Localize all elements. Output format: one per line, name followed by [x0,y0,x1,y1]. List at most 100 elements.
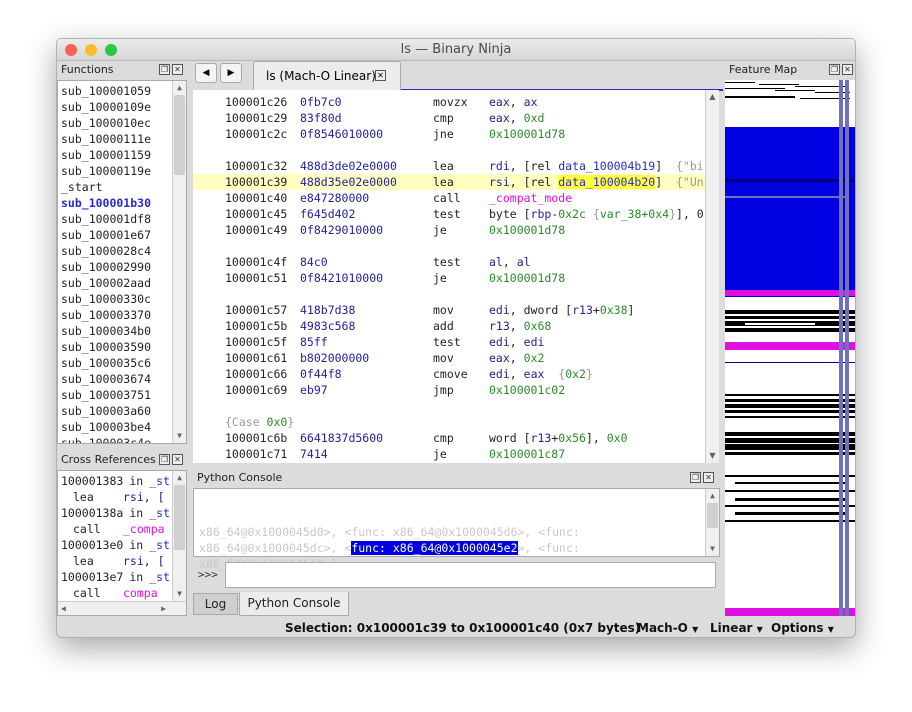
float-panel-icon[interactable]: ❐ [829,64,840,75]
float-panel-icon[interactable]: ❐ [159,64,170,75]
operand-token[interactable]: _compat_mode [489,191,572,205]
function-list-item[interactable]: sub_10000109e [58,99,186,115]
function-list-item[interactable]: sub_1000010ec [58,115,186,131]
function-list-item[interactable]: sub_100001159 [58,147,186,163]
function-list-item[interactable]: sub_100001df8 [58,211,186,227]
function-list-item[interactable]: sub_1000028c4 [58,243,186,259]
function-list-item[interactable]: sub_100001059 [58,83,186,99]
close-panel-icon[interactable]: ✕ [842,64,853,75]
function-list-item[interactable]: sub_100003a60 [58,403,186,419]
function-list-item[interactable]: sub_100003c4e [58,435,186,443]
xref-item[interactable]: 10000138a in _st [58,505,186,521]
back-button[interactable]: ◀ [195,63,217,83]
scroll-thumb[interactable] [174,95,185,175]
scroll-thumb[interactable] [174,485,185,550]
close-tab-icon[interactable]: ✕ [375,70,386,81]
instruction-row[interactable]: 100001c6b 6641837d5600 cmp word [r13+0x56],… [193,430,705,446]
float-panel-icon[interactable]: ❐ [690,472,701,483]
function-list-item[interactable]: sub_100001b30 [58,195,186,211]
console-input[interactable] [225,562,716,588]
tab-log[interactable]: Log [193,593,238,615]
tab-python-console[interactable]: Python Console [239,592,349,616]
xrefs-scrollbar[interactable]: ▲ ▼ [172,471,186,601]
instruction-row[interactable]: 100001c45 f645d402 test byte [rbp-0x2c {var… [193,206,705,222]
feature-map[interactable] [725,80,855,616]
operand-token[interactable]: data_100004b19 [558,159,655,173]
function-list-item[interactable]: sub_10000119e [58,163,186,179]
instruction-row[interactable]: 100001c49 0f8429010000 je 0x100001d78 [193,222,705,238]
console-scrollbar[interactable]: ▲ ▼ [705,489,719,556]
scroll-left-icon[interactable]: ◀ [61,604,66,613]
close-panel-icon[interactable]: ✕ [703,472,714,483]
function-list-item[interactable]: sub_100003590 [58,339,186,355]
close-panel-icon[interactable]: ✕ [172,64,183,75]
instruction-row[interactable]: 100001c66 0f44f8 cmove edi, eax {0x2} [193,366,705,382]
xref-item[interactable]: 1000013e0 in _st [58,537,186,553]
address: 100001c4f [225,255,288,269]
float-panel-icon[interactable]: ❐ [159,454,170,465]
scroll-thumb[interactable] [707,503,718,528]
linear-menu[interactable]: Linear ▼ [710,617,763,637]
function-list-item[interactable]: sub_10000330c [58,291,186,307]
xref-function[interactable]: _st [149,506,170,520]
data-region [725,96,795,98]
xref-item[interactable]: 1000013e7 in _st [58,569,186,585]
operand-token[interactable]: data_100004b20 [558,175,656,189]
scroll-down-icon[interactable]: ▼ [706,449,719,463]
functions-scrollbar[interactable]: ▲ ▼ [172,81,186,443]
instruction-row[interactable]: 100001c51 0f8421010000 je 0x100001d78 [193,270,705,286]
close-window-button[interactable] [65,44,77,56]
function-list-item[interactable]: sub_100003751 [58,387,186,403]
function-list-item[interactable]: sub_1000035c6 [58,355,186,371]
xref-function[interactable]: _st [149,570,170,584]
scroll-right-icon[interactable]: ▶ [161,604,166,613]
options-menu[interactable]: Options ▼ [771,617,834,637]
function-list-item[interactable]: sub_10000111e [58,131,186,147]
xref-item[interactable]: 100001383 in _st [58,473,186,489]
scroll-up-icon[interactable]: ▲ [706,489,719,503]
xref-function[interactable]: _st [149,474,170,488]
function-list-item[interactable]: sub_100002990 [58,259,186,275]
instruction-row[interactable]: 100001c26 0fb7c0 movzx eax, ax [193,94,705,110]
function-list-item[interactable]: sub_100001e67 [58,227,186,243]
xref-function[interactable]: _st [149,538,170,552]
close-panel-icon[interactable]: ✕ [172,454,183,465]
blank-row[interactable]: {Case 0x0} [193,414,705,430]
disassembly-scrollbar[interactable]: ▲ ▼ [705,90,719,463]
xrefs-hscrollbar[interactable]: ◀ ▶ [58,601,186,615]
xrefs-list[interactable]: 100001383 in _st lea rsi, [10000138a in _st cal… [57,470,187,616]
forward-button[interactable]: ▶ [220,63,242,83]
scroll-up-icon[interactable]: ▲ [173,81,186,95]
instruction-row[interactable]: 100001c5b 4983c568 add r13, 0x68 [193,318,705,334]
function-list-item[interactable]: sub_100002aad [58,275,186,291]
mach-o-menu[interactable]: Mach-O ▼ [637,617,698,637]
instruction-row[interactable]: 100001c5f 85ff test edi, edi [193,334,705,350]
scroll-down-icon[interactable]: ▼ [706,542,719,556]
console-output[interactable]: x86_64@0x1000045d0>, <func: x86_64@0x100… [193,488,720,571]
function-list-item[interactable]: _start [58,179,186,195]
instruction-row[interactable]: 100001c57 418b7d38 mov edi, dword [r13+0x38… [193,302,705,318]
function-list-item[interactable]: sub_100003370 [58,307,186,323]
scroll-up-icon[interactable]: ▲ [173,471,186,485]
instruction-row[interactable]: 100001c69 eb97 jmp 0x100001c02 [193,382,705,398]
instruction-row[interactable]: 100001c40 e847280000 call _compat_mode [193,190,705,206]
function-list-item[interactable]: sub_100003674 [58,371,186,387]
scroll-up-icon[interactable]: ▲ [706,90,719,104]
instruction-row[interactable]: 100001c32 488d3de02e0000 lea rdi, [rel data… [193,158,705,174]
scroll-down-icon[interactable]: ▼ [173,587,186,601]
scroll-down-icon[interactable]: ▼ [173,429,186,443]
cursor-column [839,80,843,616]
instruction-row[interactable]: 100001c4f 84c0 test al, al [193,254,705,270]
instruction-row[interactable]: 100001c2c 0f8546010000 jne 0x100001d78 [193,126,705,142]
instruction-row[interactable]: 100001c29 83f80d cmp eax, 0xd [193,110,705,126]
zoom-window-button[interactable] [105,44,117,56]
instruction-row[interactable]: 100001c61 b802000000 mov eax, 0x2 [193,350,705,366]
functions-list[interactable]: sub_100001059 sub_10000109e sub_1000010ec s… [57,80,187,444]
tab-linear-view[interactable]: ls (Mach-O Linear) ✕ [253,61,401,90]
disassembly-view[interactable]: 100001c26 0fb7c0 movzx eax, ax 100001c29 83f8… [193,90,705,463]
instruction-row[interactable]: 100001c71 7414 je 0x100001c87 [193,446,705,462]
function-list-item[interactable]: sub_100003be4 [58,419,186,435]
instruction-row[interactable]: 100001c39 488d35e02e0000 lea rsi, [rel data… [193,174,705,190]
minimize-window-button[interactable] [85,44,97,56]
function-list-item[interactable]: sub_1000034b0 [58,323,186,339]
